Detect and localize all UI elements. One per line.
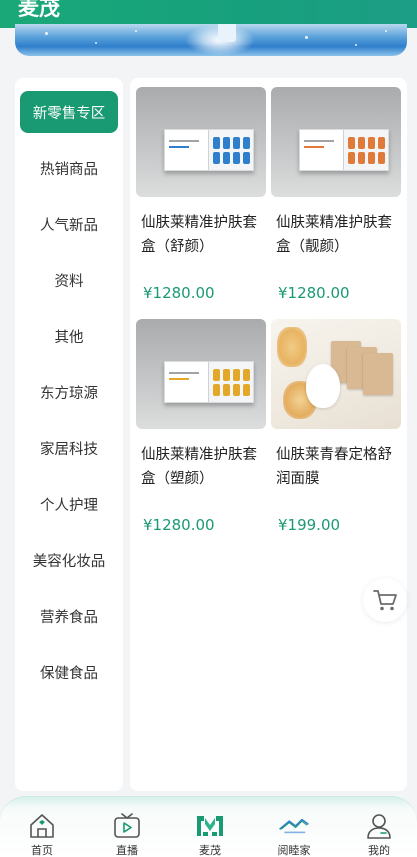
product-box-graphic [299,129,389,171]
product-card[interactable]: 仙肤莱精准护肤套盒（塑颜） ¥1280.00 [136,319,266,541]
category-item-materials[interactable]: 资料 [20,259,118,301]
category-label: 营养食品 [40,609,98,626]
category-item-dongfang[interactable]: 东方琼源 [20,371,118,413]
tab-home[interactable]: 首页 [12,811,72,857]
tab-label: 首页 [31,844,53,857]
banner-product-bottle [218,24,236,42]
category-item-new-popular[interactable]: 人气新品 [20,203,118,245]
tab-maimao[interactable]: 麦茂 [180,811,240,857]
product-price: ¥1280.00 [143,284,215,302]
category-item-home-tech[interactable]: 家居科技 [20,427,118,469]
category-item-health[interactable]: 保健食品 [20,651,118,693]
profile-icon [367,814,391,839]
category-label: 保健食品 [40,665,98,682]
product-image [136,87,266,197]
tab-profile[interactable]: 我的 [349,811,409,857]
product-price: ¥1280.00 [143,516,215,534]
product-name: 仙肤莱青春定格舒润面膜 [276,447,392,487]
sparkle-decor [385,30,387,32]
category-label: 热销商品 [40,161,98,178]
sparkle-decor [45,32,48,35]
category-label: 美容化妆品 [32,553,106,570]
product-card[interactable]: 仙肤莱精准护肤套盒（舒颜） ¥1280.00 [136,87,266,309]
product-card[interactable]: 仙肤莱精准护肤套盒（靓颜） ¥1280.00 [271,87,401,309]
tab-label: 麦茂 [199,844,221,857]
product-price: ¥1280.00 [278,284,350,302]
sparkle-decor [305,36,308,39]
promo-banner[interactable] [15,24,407,56]
category-item-nutrition[interactable]: 营养食品 [20,595,118,637]
house-roof-icon [279,818,309,834]
product-card[interactable]: 仙肤莱青春定格舒润面膜 ¥199.00 [271,319,401,541]
cart-icon [373,590,397,611]
product-name: 仙肤莱精准护肤套盒（塑颜） [141,447,257,487]
category-item-new-retail[interactable]: 新零售专区 [20,91,118,133]
category-label: 资料 [54,273,84,290]
face-mask-graphic [306,364,340,408]
home-icon [30,814,54,838]
cart-button[interactable] [363,578,407,622]
tab-label: 我的 [368,844,390,857]
page-title: 麦茂 [18,0,60,20]
product-image [271,87,401,197]
live-tv-icon [114,813,140,838]
product-name: 仙肤莱精准护肤套盒（靓颜） [276,215,392,255]
category-label: 其他 [54,329,84,346]
tab-live[interactable]: 直播 [97,811,157,857]
sparkle-decor [355,44,357,46]
product-image [271,319,401,429]
product-grid: 仙肤莱精准护肤套盒（舒颜） ¥1280.00 仙肤莱精准护肤套盒（靓颜） ¥12… [130,78,407,791]
product-image [136,319,266,429]
decor-glass [277,327,307,367]
sparkle-decor [95,42,97,44]
maimao-logo-icon [197,816,223,836]
category-item-personal-care[interactable]: 个人护理 [20,483,118,525]
category-label: 家居科技 [40,441,98,458]
bottom-tab-bar: 首页 直播 麦茂 阅睦家 我的 [0,796,417,857]
category-item-other[interactable]: 其他 [20,315,118,357]
category-label: 人气新品 [40,217,98,234]
tab-yuemujia[interactable]: 阅睦家 [264,811,324,857]
category-item-beauty[interactable]: 美容化妆品 [20,539,118,581]
product-box-graphic [164,361,254,403]
tab-label: 阅睦家 [277,844,311,857]
mask-pack-graphic [363,353,393,395]
sparkle-decor [135,30,137,32]
tab-label: 直播 [116,844,138,857]
product-name: 仙肤莱精准护肤套盒（舒颜） [141,215,257,255]
category-item-hot[interactable]: 热销商品 [20,147,118,189]
category-sidebar: 新零售专区 热销商品 人气新品 资料 其他 东方琼源 家居科技 个人护理 美容化… [15,78,123,791]
category-label: 东方琼源 [40,385,98,402]
product-price: ¥199.00 [278,516,341,534]
category-label: 新零售专区 [32,105,106,122]
product-box-graphic [164,129,254,171]
category-label: 个人护理 [40,497,98,514]
